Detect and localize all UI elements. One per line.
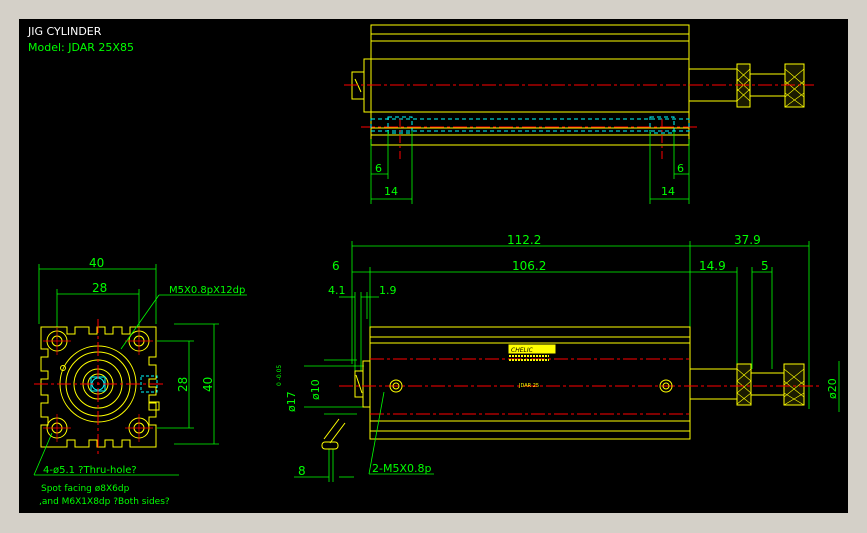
- front-view-flange: [362, 360, 371, 408]
- cad-window-frame: JIG CYLINDER Model: JDAR 25X85 6 14 6 14…: [0, 0, 867, 533]
- front-view-dimensions: [294, 241, 840, 482]
- dim-overall-body: 112.2: [507, 233, 541, 247]
- spot-note: Spot facing ø8X6dp: [41, 484, 130, 494]
- dim-top-left-small: 6: [375, 162, 382, 175]
- top-view-hidden-slot: [370, 118, 690, 132]
- dim-step-a: 4.1: [328, 284, 346, 297]
- dim-top-left-width: 14: [384, 185, 398, 198]
- dim-top-right-width: 14: [661, 185, 675, 198]
- drawing-svg: JIG CYLINDER Model: JDAR 25X85 6 14 6 14…: [27, 24, 840, 507]
- dim-rod-extension: 37.9: [734, 233, 761, 247]
- endcap-mark: [355, 374, 363, 394]
- model-label: Model: JDAR 25X85: [28, 41, 134, 54]
- top-view: 6 14 6 14: [344, 24, 814, 204]
- dim-bore-dia: ø17: [285, 391, 298, 412]
- dim-end-width-outer: 40: [89, 256, 104, 270]
- dim-port-depth: 8: [298, 464, 306, 478]
- dim-rod-dia: ø10: [309, 379, 322, 400]
- dim-inner-length: 106.2: [512, 259, 546, 273]
- dim-end-height-outer: 40: [201, 377, 215, 392]
- front-view-rod-end: [750, 372, 785, 396]
- end-view: 40 28 28 40 M5X0.8pX12dp 4-ø5.1 ?Thru-ho…: [33, 256, 247, 507]
- dim-step-b: 1.9: [379, 284, 397, 297]
- drawing-canvas[interactable]: JIG CYLINDER Model: JDAR 25X85 6 14 6 14…: [19, 19, 848, 513]
- dim-bore-tol: 0 -0.05: [276, 365, 283, 386]
- nameplate-brand: CHELIC: [511, 347, 534, 354]
- port-fitting: [321, 418, 346, 450]
- dim-nut-dia: ø20: [826, 378, 839, 399]
- port-callout: 2-M5X0.8p: [372, 462, 431, 475]
- thread2-note: ,and M6X1X8dp ?Both sides?: [39, 497, 170, 507]
- drawing-title: JIG CYLINDER: [27, 25, 102, 38]
- thread-note: M5X0.8pX12dp: [169, 285, 245, 296]
- front-view: 112.2 37.9 6 106.2 14.9 5 4.1 1.9 ø17 0 …: [276, 233, 840, 482]
- dim-offset-left: 6: [332, 259, 340, 273]
- dim-top-right-small: 6: [677, 162, 684, 175]
- body-mark: JDAR 25: [518, 383, 539, 389]
- top-view-dimensions: [370, 131, 690, 204]
- dim-end-width-inner: 28: [92, 281, 107, 295]
- holes-note: 4-ø5.1 ?Thru-hole?: [43, 465, 137, 476]
- front-view-rod: [689, 368, 738, 400]
- dim-end-height-inner: 28: [176, 377, 190, 392]
- dim-rod-end: 5: [761, 259, 769, 273]
- dim-rod-nut: 14.9: [699, 259, 726, 273]
